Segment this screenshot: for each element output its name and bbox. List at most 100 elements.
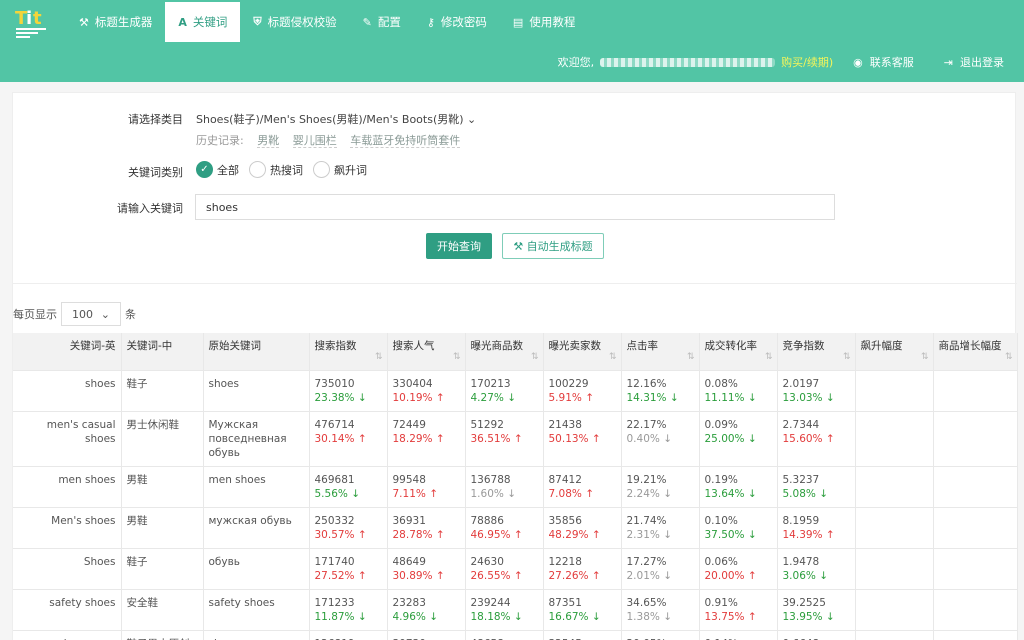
metric-change: 0.40% ↓: [627, 432, 694, 446]
metric-change: 20.00% ↑: [705, 569, 772, 583]
metric-change: 5.91% ↑: [549, 391, 616, 405]
metric-cell: 136788 1.60% ↓: [465, 466, 544, 508]
column-header[interactable]: 搜索人气 ⇅: [387, 333, 466, 371]
metric-change: 50.13% ↑: [549, 432, 616, 446]
logo-icon[interactable]: T i t: [14, 4, 50, 38]
radio-circle-icon: [313, 161, 330, 178]
sort-icon[interactable]: ⇅: [765, 350, 773, 364]
nav-tab[interactable]: A 关键词: [165, 2, 241, 42]
arrow-up-icon: ↑: [354, 528, 367, 541]
nav-tab[interactable]: ⚒ 标题生成器: [66, 2, 165, 42]
main-panel: 请选择类目 Shoes(鞋子)/Men's Shoes(男鞋)/Men's Bo…: [12, 92, 1018, 640]
metric-change: 7.11% ↑: [393, 487, 460, 501]
arrow-up-icon: ↑: [744, 569, 757, 582]
sort-icon[interactable]: ⇅: [843, 350, 851, 364]
nav-tab[interactable]: ⛨ 标题侵权校验: [240, 2, 349, 42]
metric-cell: 78886 46.95% ↑: [465, 507, 544, 549]
metric-change: 1.60% ↓: [471, 487, 538, 501]
metric-change: 3.06% ↓: [783, 569, 850, 583]
metric-value: 87351: [548, 596, 582, 609]
keyword-type-radio[interactable]: 飙升词: [313, 161, 367, 178]
sort-icon[interactable]: ⇅: [921, 350, 929, 364]
metric-value: 72449: [392, 418, 426, 431]
arrow-down-icon: ↓: [425, 610, 438, 623]
column-header[interactable]: 商品增长幅度 ⇅: [933, 333, 1018, 371]
arrow-up-icon: ↑: [822, 528, 835, 541]
column-header[interactable]: 竞争指数 ⇅: [777, 333, 856, 371]
keyword-type-radio[interactable]: 热搜词: [249, 161, 303, 178]
arrow-down-icon: ↓: [822, 391, 835, 404]
history-item[interactable]: 车载蓝牙免持听筒套件: [350, 134, 461, 148]
metric-cell: 51292 36.51% ↑: [465, 411, 544, 467]
metric-change-percent: 4.96%: [392, 610, 426, 623]
start-query-button[interactable]: 开始查询: [426, 233, 492, 259]
category-select[interactable]: Shoes(鞋子)/Men's Shoes(男鞋)/Men's Boots(男靴…: [196, 111, 476, 127]
column-header-label: 曝光卖家数: [548, 340, 602, 352]
sort-icon[interactable]: ⇅: [687, 350, 695, 364]
metric-change-percent: 16.67%: [548, 610, 589, 623]
sort-icon[interactable]: ⇅: [1005, 350, 1013, 364]
history-item[interactable]: 婴儿围栏: [292, 134, 337, 148]
buy-renew-link[interactable]: 购买/续期): [781, 54, 833, 70]
column-header[interactable]: 点击率 ⇅: [621, 333, 700, 371]
metric-change-percent: 3.06%: [782, 569, 816, 582]
sort-icon[interactable]: ⇅: [375, 350, 383, 364]
metric-value: 22.17%: [626, 418, 667, 431]
column-header[interactable]: 搜索指数 ⇅: [309, 333, 388, 371]
sort-icon[interactable]: ⇅: [531, 350, 539, 364]
metric-cell: 48649 30.89% ↑: [387, 548, 466, 590]
metric-change-percent: 5.08%: [782, 487, 816, 500]
arrow-down-icon: ↓: [815, 569, 828, 582]
keyword-zh-cell: 男鞋: [121, 466, 204, 508]
wand-icon: ⚒: [513, 240, 527, 253]
column-header[interactable]: 成交转化率 ⇅: [699, 333, 778, 371]
history-item[interactable]: 男靴: [257, 134, 280, 148]
category-value: Shoes(鞋子)/Men's Shoes(男鞋)/Men's Boots(男靴…: [196, 113, 464, 126]
metric-value: 330404: [392, 377, 433, 390]
nav-tab[interactable]: ⚷ 修改密码: [414, 2, 500, 42]
logout-link[interactable]: ⇥ 退出登录: [944, 54, 1004, 70]
metric-cell: 36931 28.78% ↑: [387, 507, 466, 549]
column-header-label: 成交转化率: [704, 340, 758, 352]
keyword-input[interactable]: [195, 194, 835, 220]
arrow-up-icon: ↑: [581, 391, 594, 404]
page-size-control: 每页显示 100 ⌄ 条: [13, 302, 136, 326]
column-header[interactable]: 曝光卖家数 ⇅: [543, 333, 622, 371]
auto-generate-title-button[interactable]: ⚒ 自动生成标题: [502, 233, 604, 259]
table-row: shoes men original鞋子男士原创shoes men origin…: [13, 630, 1018, 640]
page-size-select[interactable]: 100 ⌄: [61, 302, 121, 326]
keyword-zh-cell: 鞋子: [121, 370, 204, 412]
arrow-down-icon: ↓: [659, 432, 672, 445]
metric-cell: 21438 50.13% ↑: [543, 411, 622, 467]
column-header[interactable]: 飙升幅度 ⇅: [855, 333, 934, 371]
metric-value: 735010: [314, 377, 355, 390]
metric-value: 0.6648: [783, 637, 850, 640]
contact-service-link[interactable]: ◉ 联系客服: [853, 54, 914, 70]
history-row: 历史记录: 男靴 婴儿围栏 车载蓝牙免持听筒套件: [196, 132, 470, 148]
sort-icon[interactable]: ⇅: [609, 350, 617, 364]
metric-value: 5.3237: [782, 473, 820, 486]
keyword-zh-cell: 安全鞋: [121, 589, 204, 631]
page-size-prefix: 每页显示: [13, 308, 57, 321]
sort-icon[interactable]: ⇅: [453, 350, 461, 364]
column-header[interactable]: 曝光商品数 ⇅: [465, 333, 544, 371]
metric-change: 13.95% ↓: [783, 610, 850, 624]
column-header-label: 搜索人气: [392, 340, 435, 352]
metric-change-percent: 5.91%: [548, 391, 582, 404]
metric-change-percent: 13.75%: [704, 610, 745, 623]
metric-change-percent: 27.52%: [314, 569, 355, 582]
nav-tab[interactable]: ✎ 配置: [350, 2, 414, 42]
metric-change: 15.60% ↑: [783, 432, 850, 446]
metric-value: 20.05%: [627, 637, 694, 640]
metric-value: 0.14%: [705, 637, 772, 640]
original-keyword-cell: men shoes: [203, 466, 310, 508]
keyword-type-radio[interactable]: ✓ 全部: [196, 161, 239, 178]
metric-change-percent: 11.11%: [704, 391, 745, 404]
metric-value: 12.16%: [626, 377, 667, 390]
nav-tab[interactable]: ▤ 使用教程: [500, 2, 588, 42]
arrow-down-icon: ↓: [744, 432, 757, 445]
metric-value: 171233: [314, 596, 355, 609]
metric-value: 239244: [470, 596, 511, 609]
keyword-type-label: 飙升词: [334, 163, 367, 177]
empty-cell: [855, 466, 934, 508]
